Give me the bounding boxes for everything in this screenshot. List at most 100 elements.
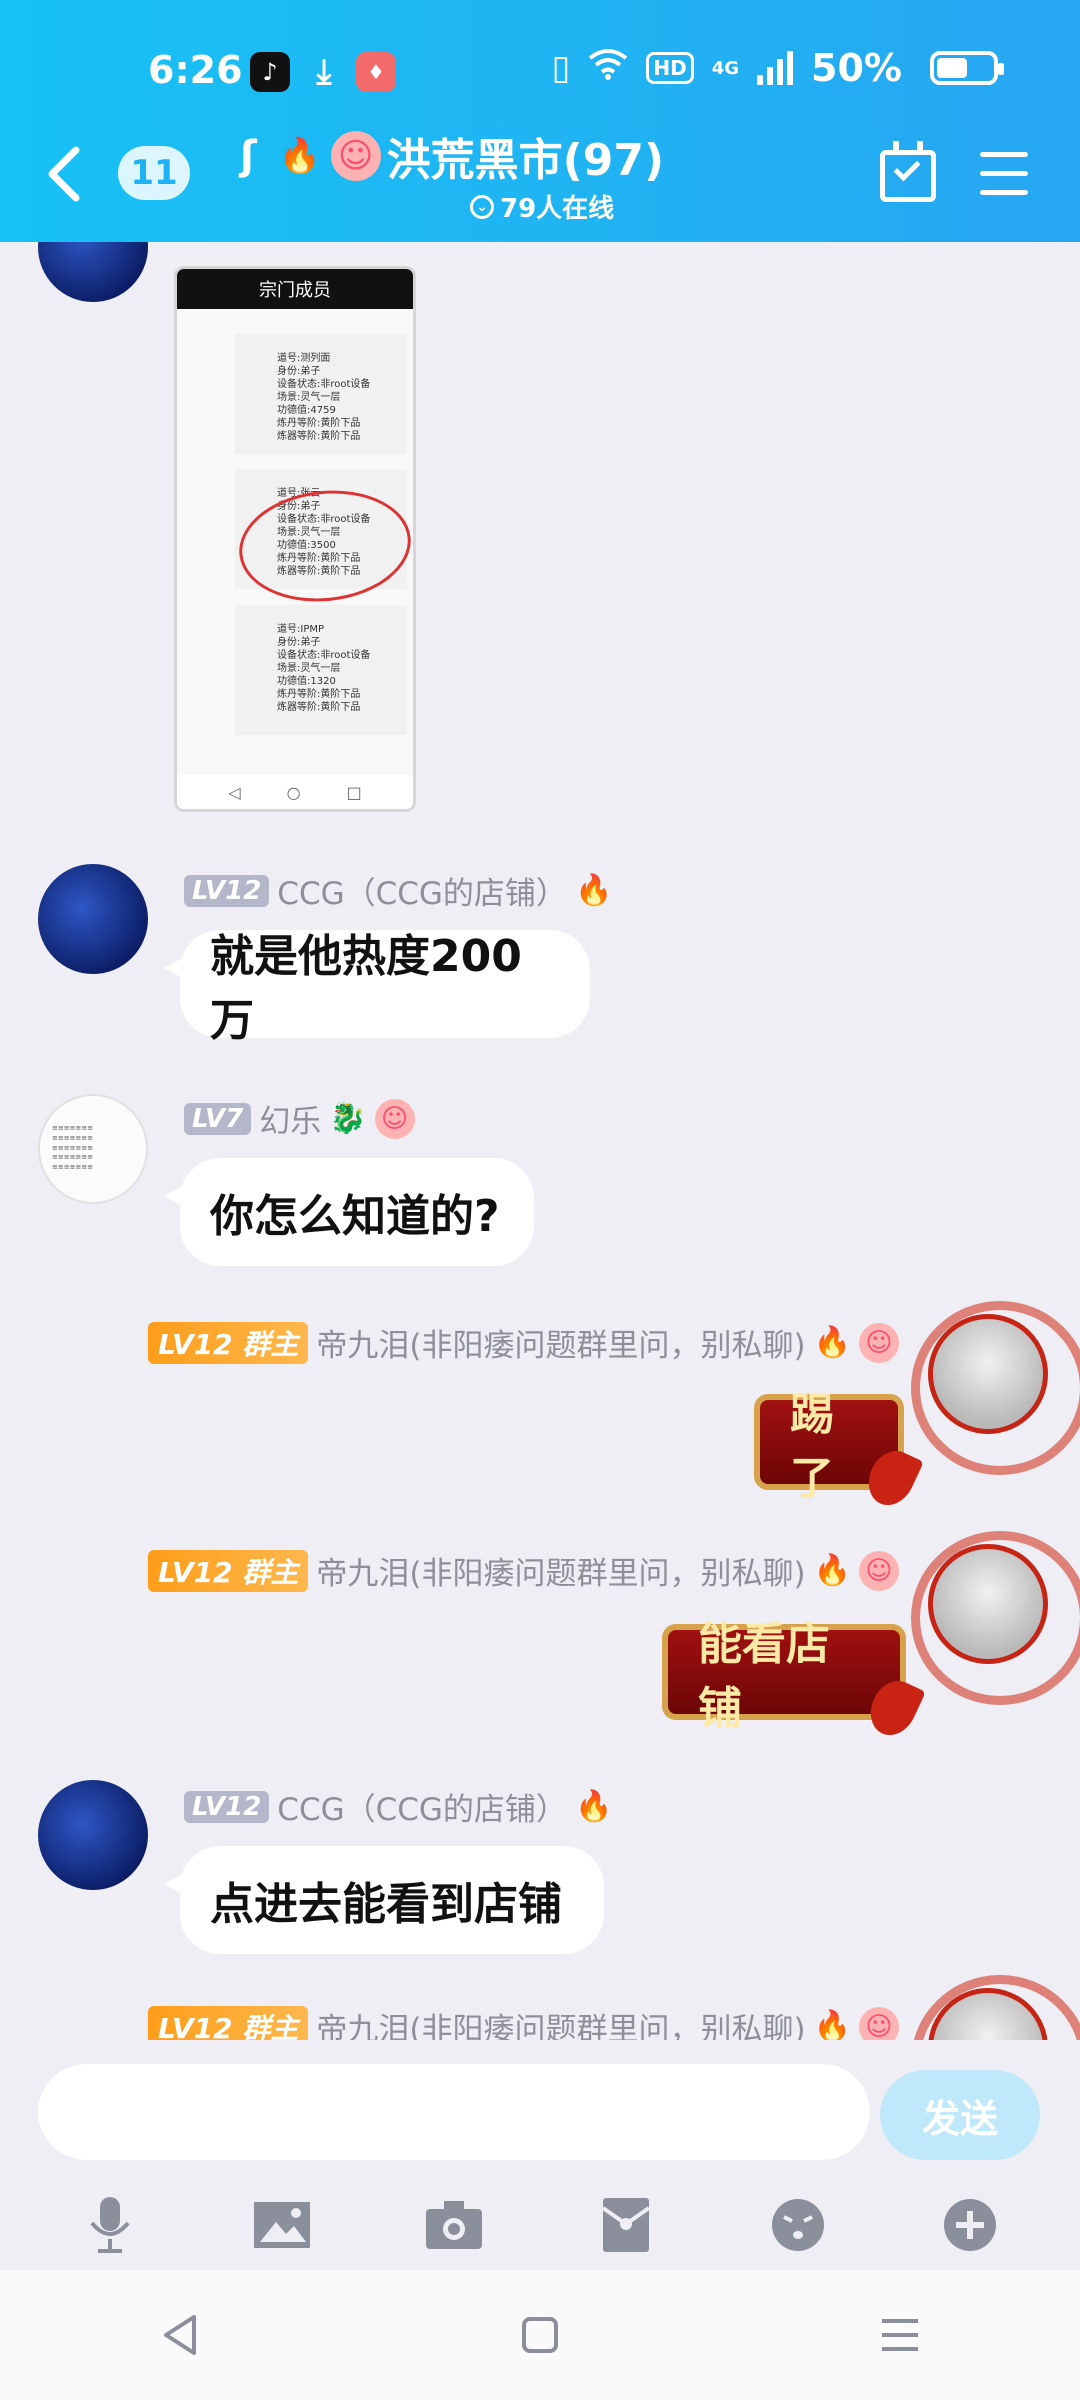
avatar-thumbnail-text: ≡≡≡≡≡≡≡ ≡≡≡≡≡≡≡ ≡≡≡≡≡≡≡ ≡≡≡≡≡≡≡ ≡≡≡≡≡≡≡ — [52, 1124, 94, 1172]
signal-icon — [757, 51, 794, 85]
group-name: 洪荒黑市(97) — [386, 135, 665, 186]
fire-icon: 🔥 — [574, 1789, 613, 1824]
level-badge: LV12 — [184, 874, 270, 907]
checkin-calendar-icon[interactable] — [880, 141, 936, 202]
message-bubble[interactable]: 就是他热度200万 — [164, 930, 590, 1046]
sender-name[interactable]: CCG（CCG的店铺） — [277, 1784, 567, 1829]
card-line: 功德值:4759 — [277, 405, 336, 416]
avatar[interactable] — [38, 1780, 148, 1890]
screenshot-title: 宗门成员 — [177, 269, 413, 309]
sender-name[interactable]: 帝九泪(非阳痿问题群里问，别私聊) — [316, 1548, 805, 1593]
card-line: 场景:灵气一层 — [277, 663, 341, 674]
ear-icon: ʃ — [240, 133, 257, 179]
card-line: 场景:灵气一层 — [277, 392, 341, 403]
system-nav-bar — [0, 2270, 1080, 2400]
system-icons: ▯ HD 4G 50% — [551, 46, 1004, 90]
sender-name[interactable]: CCG（CCG的店铺） — [277, 868, 567, 913]
owner-badge: LV12 群主 — [148, 1321, 309, 1364]
avatar[interactable] — [911, 1975, 1080, 2040]
sender-row: LV12 群主 帝九泪(非阳痿问题群里问，别私聊) 🔥 ☺ — [148, 1548, 899, 1593]
avatar[interactable] — [911, 1531, 1080, 1705]
sender-row: LV12 群主 帝九泪(非阳痿问题群里问，别私聊) 🔥 ☺ — [148, 2004, 899, 2040]
wifi-icon — [588, 48, 628, 89]
avatar[interactable] — [911, 1301, 1080, 1475]
smile-icon: ☺ — [858, 1550, 899, 1591]
smile-icon: ☺ — [374, 1098, 415, 1139]
card-line: 道号:测列面 — [277, 353, 331, 364]
sender-name[interactable]: 幻乐 — [259, 1096, 321, 1141]
back-triangle-icon[interactable] — [140, 2295, 220, 2375]
sender-row: LV12 CCG（CCG的店铺） 🔥 — [184, 868, 612, 913]
avatar[interactable]: ≡≡≡≡≡≡≡ ≡≡≡≡≡≡≡ ≡≡≡≡≡≡≡ ≡≡≡≡≡≡≡ ≡≡≡≡≡≡≡ — [38, 1094, 148, 1204]
fire-icon: 🔥 — [574, 873, 613, 908]
message-bubble[interactable]: 踢了 — [754, 1389, 904, 1504]
card-line: 身份:弟子 — [277, 637, 321, 648]
group-title-row[interactable]: ʃ 🔥 ☺ 洪荒黑市(97) — [240, 124, 860, 188]
level-badge: LV12 — [184, 1790, 270, 1823]
network-type: 4G — [711, 57, 740, 79]
battery-icon — [930, 51, 1004, 85]
level-badge: LV7 — [184, 1102, 252, 1135]
home-square-icon[interactable] — [500, 2295, 580, 2375]
chat-header: 6:26 ♪ ⤓ ♦ ▯ HD 4G 50% 11 ʃ 🔥 ☺ 洪荒黑市(97)… — [0, 0, 1080, 242]
input-toolbar — [0, 2180, 1080, 2270]
message-bubble[interactable]: 你怎么知道的? — [164, 1158, 534, 1266]
chat-area[interactable]: 宗门成员 道号:测列面 身份:弟子 设备状态:非root设备 场景:灵气一层 功… — [0, 242, 1080, 2040]
message-input[interactable] — [38, 2064, 870, 2160]
fire-icon: 🔥 — [813, 1325, 851, 1360]
card-line: 炼器等阶:黄阶下品 — [277, 431, 361, 442]
screenshot-image-message[interactable]: 宗门成员 道号:测列面 身份:弟子 设备状态:非root设备 场景:灵气一层 功… — [174, 266, 416, 812]
chevron-left-icon — [48, 146, 80, 202]
camera-icon[interactable] — [422, 2193, 486, 2257]
sender-name[interactable]: 帝九泪(非阳痿问题群里问，别私聊) — [316, 1320, 805, 1365]
card-line: 炼丹等阶:黄阶下品 — [277, 689, 361, 700]
online-status[interactable]: ⌄ 79人在线 — [470, 188, 614, 225]
smile-icon: ☺ — [858, 1322, 899, 1363]
microphone-icon[interactable] — [78, 2193, 142, 2257]
card-line: 设备状态:非root设备 — [277, 650, 371, 661]
screenshot-nav-bar: ◁ ○ □ — [177, 775, 413, 809]
fire-icon: 🔥 — [813, 1553, 851, 1588]
recents-menu-icon[interactable] — [860, 2295, 940, 2375]
online-count: 79人在线 — [500, 194, 615, 224]
red-packet-icon[interactable] — [594, 2193, 658, 2257]
card-line: 炼丹等阶:黄阶下品 — [277, 418, 361, 429]
card-line: 道号:IPMP — [277, 624, 325, 635]
hd-badge: HD — [646, 52, 694, 84]
back-button[interactable] — [40, 144, 90, 204]
plus-icon[interactable] — [938, 2193, 1002, 2257]
input-area: 发送 — [0, 2040, 1080, 2270]
fire-icon: 🔥 — [813, 2009, 851, 2040]
menu-icon[interactable] — [980, 152, 1028, 209]
avatar[interactable] — [38, 242, 148, 302]
member-card: 道号:IPMP 身份:弟子 设备状态:非root设备 场景:灵气一层 功德值:1… — [235, 605, 407, 735]
emoji-icon[interactable] — [766, 2193, 830, 2257]
member-card: 道号:测列面 身份:弟子 设备状态:非root设备 场景:灵气一层 功德值:47… — [235, 334, 407, 454]
status-time: 6:26 — [148, 48, 243, 92]
unread-count-badge[interactable]: 11 — [118, 146, 190, 200]
card-line: 功德值:1320 — [277, 676, 336, 687]
sender-row: LV7 幻乐 🐉 ☺ — [184, 1096, 415, 1141]
image-icon[interactable] — [250, 2193, 314, 2257]
send-button[interactable]: 发送 — [880, 2070, 1040, 2160]
fire-icon: 🔥 — [278, 136, 321, 176]
download-icon: ⤓ — [316, 52, 332, 92]
vibrate-icon: ▯ — [551, 48, 571, 88]
sender-row: LV12 群主 帝九泪(非阳痿问题群里问，别私聊) 🔥 ☺ — [148, 1320, 899, 1365]
avatar[interactable] — [38, 864, 148, 974]
card-line: 身份:弟子 — [277, 366, 321, 377]
dragon-icon: 🐉 — [329, 1101, 367, 1136]
status-bar: 6:26 ♪ ⤓ ♦ ▯ HD 4G 50% — [0, 0, 1080, 140]
message-bubble[interactable]: 能看店铺 — [662, 1619, 906, 1734]
message-bubble[interactable]: 点进去能看到店铺 — [164, 1846, 604, 1954]
card-line: 设备状态:非root设备 — [277, 379, 371, 390]
card-line: 炼器等阶:黄阶下品 — [277, 702, 361, 713]
owner-badge: LV12 群主 — [148, 1549, 309, 1592]
sender-name[interactable]: 帝九泪(非阳痿问题群里问，别私聊) — [316, 2004, 805, 2040]
owner-badge: LV12 群主 — [148, 2005, 309, 2040]
tiktok-icon: ♪ — [250, 52, 290, 92]
smile-icon: ☺ — [858, 2006, 899, 2040]
chevron-down-icon: ⌄ — [470, 194, 494, 219]
gem-app-icon: ♦ — [356, 52, 396, 92]
sender-row: LV12 CCG（CCG的店铺） 🔥 — [184, 1784, 612, 1829]
